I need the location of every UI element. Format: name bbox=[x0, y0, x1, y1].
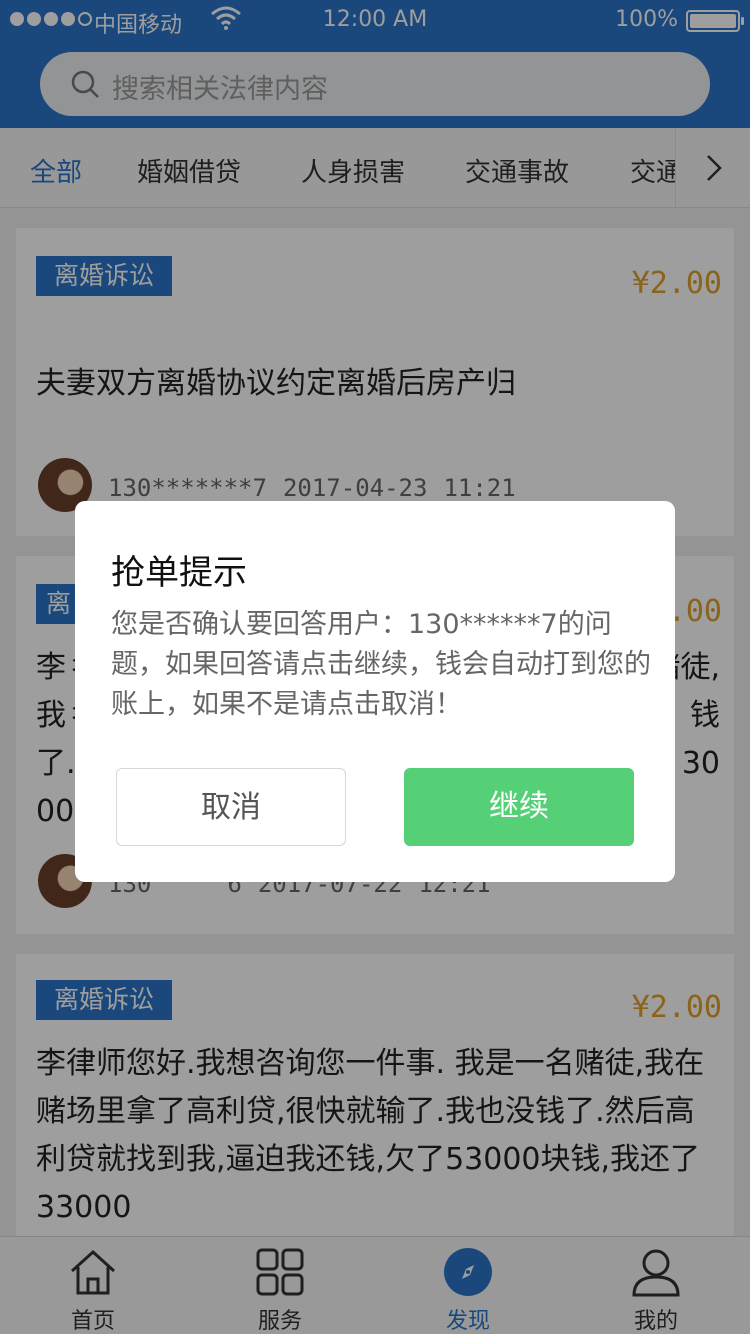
cancel-button[interactable]: 取消 bbox=[116, 768, 346, 846]
continue-button[interactable]: 继续 bbox=[404, 768, 634, 846]
dialog-title: 抢单提示 bbox=[111, 553, 247, 593]
dialog-message: 您是否确认要回答用户：130******7的问题，如果回答请点击继续，钱会自动打… bbox=[111, 609, 651, 720]
grab-order-dialog: 抢单提示 您是否确认要回答用户：130******7的问题，如果回答请点击继续，… bbox=[75, 501, 675, 882]
